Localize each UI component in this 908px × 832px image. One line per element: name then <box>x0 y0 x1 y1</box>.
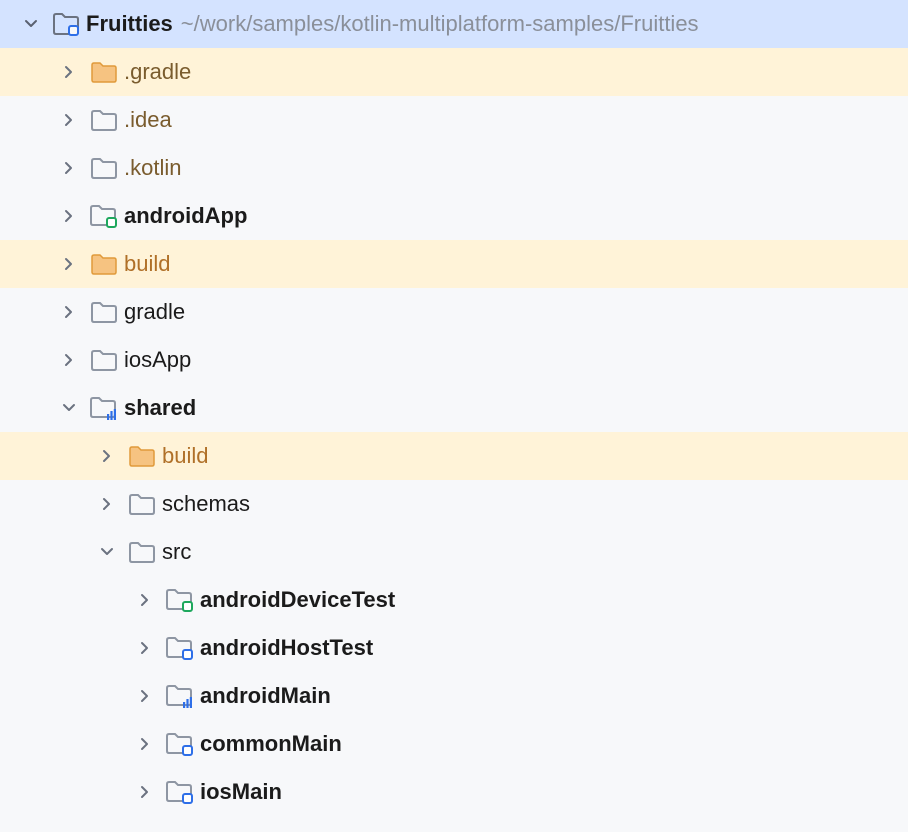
tree-item-label: androidHostTest <box>200 635 373 661</box>
tree-row[interactable]: gradle <box>0 288 908 336</box>
chevron-right-icon[interactable] <box>130 777 160 807</box>
tree-root-label: Fruitties <box>86 11 173 37</box>
tree-row[interactable]: build <box>0 240 908 288</box>
folder-gray-icon <box>90 154 118 182</box>
tree-item-label: androidDeviceTest <box>200 587 395 613</box>
tree-row[interactable]: androidHostTest <box>0 624 908 672</box>
folder-gray-icon <box>90 106 118 134</box>
folder-gray-icon <box>128 490 156 518</box>
chevron-right-icon[interactable] <box>130 633 160 663</box>
tree-row[interactable]: iosApp <box>0 336 908 384</box>
tree-row[interactable]: androidMain <box>0 672 908 720</box>
tree-row[interactable]: schemas <box>0 480 908 528</box>
chevron-right-icon[interactable] <box>54 105 84 135</box>
module-blue-bar-icon <box>90 394 118 422</box>
tree-root-path: ~/work/samples/kotlin-multiplatform-samp… <box>181 11 699 37</box>
chevron-right-icon[interactable] <box>54 345 84 375</box>
module-blue-icon <box>166 634 194 662</box>
tree-item-label: .gradle <box>124 59 191 85</box>
folder-gray-icon <box>128 538 156 566</box>
tree-row[interactable]: .idea <box>0 96 908 144</box>
tree-item-label: build <box>124 251 170 277</box>
chevron-right-icon[interactable] <box>54 201 84 231</box>
tree-item-label: shared <box>124 395 196 421</box>
module-blue-icon <box>166 778 194 806</box>
tree-item-label: .idea <box>124 107 172 133</box>
tree-row[interactable]: src <box>0 528 908 576</box>
tree-item-label: iosApp <box>124 347 191 373</box>
module-blue-bar-icon <box>166 682 194 710</box>
tree-item-label: build <box>162 443 208 469</box>
tree-item-label: schemas <box>162 491 250 517</box>
tree-row-root[interactable]: Fruitties ~/work/samples/kotlin-multipla… <box>0 0 908 48</box>
module-blue-icon <box>166 730 194 758</box>
tree-item-label: .kotlin <box>124 155 181 181</box>
chevron-down-icon[interactable] <box>92 537 122 567</box>
tree-row[interactable]: .kotlin <box>0 144 908 192</box>
chevron-right-icon[interactable] <box>54 249 84 279</box>
tree-row[interactable]: androidApp <box>0 192 908 240</box>
project-tree: Fruitties ~/work/samples/kotlin-multipla… <box>0 0 908 816</box>
tree-row[interactable]: .gradle <box>0 48 908 96</box>
module-green-icon <box>90 202 118 230</box>
folder-gray-icon <box>90 298 118 326</box>
chevron-right-icon[interactable] <box>54 153 84 183</box>
chevron-right-icon[interactable] <box>130 681 160 711</box>
tree-item-label: iosMain <box>200 779 282 805</box>
folder-orange-icon <box>128 442 156 470</box>
chevron-down-icon[interactable] <box>16 9 46 39</box>
tree-item-label: androidApp <box>124 203 247 229</box>
tree-item-label: src <box>162 539 191 565</box>
folder-gray-icon <box>90 346 118 374</box>
chevron-down-icon[interactable] <box>54 393 84 423</box>
chevron-right-icon[interactable] <box>130 729 160 759</box>
module-green-icon <box>166 586 194 614</box>
chevron-right-icon[interactable] <box>54 57 84 87</box>
tree-row[interactable]: androidDeviceTest <box>0 576 908 624</box>
tree-row[interactable]: shared <box>0 384 908 432</box>
folder-orange-icon <box>90 58 118 86</box>
chevron-right-icon[interactable] <box>92 441 122 471</box>
tree-item-label: commonMain <box>200 731 342 757</box>
tree-item-label: androidMain <box>200 683 331 709</box>
chevron-right-icon[interactable] <box>54 297 84 327</box>
chevron-right-icon[interactable] <box>92 489 122 519</box>
tree-row[interactable]: commonMain <box>0 720 908 768</box>
chevron-right-icon[interactable] <box>130 585 160 615</box>
module-root-icon <box>52 10 80 38</box>
tree-row[interactable]: iosMain <box>0 768 908 816</box>
tree-item-label: gradle <box>124 299 185 325</box>
folder-orange-icon <box>90 250 118 278</box>
tree-row[interactable]: build <box>0 432 908 480</box>
